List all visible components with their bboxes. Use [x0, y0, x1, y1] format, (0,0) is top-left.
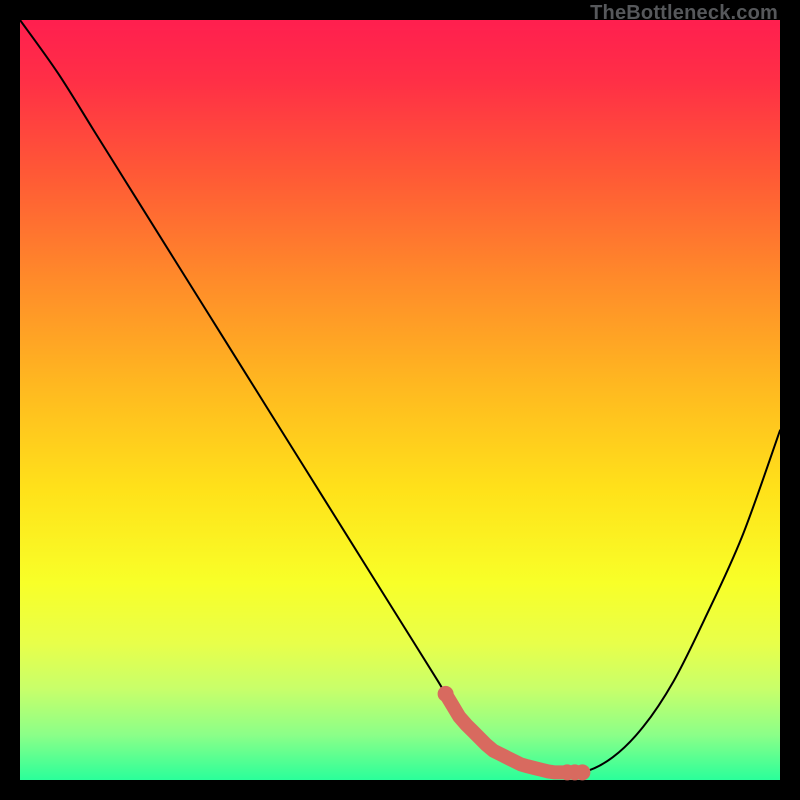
watermark-text: TheBottleneck.com — [590, 2, 778, 25]
optimal-range-highlight — [446, 694, 583, 773]
highlight-dot — [574, 764, 590, 780]
bottleneck-curve — [20, 20, 780, 774]
highlight-dot — [438, 686, 454, 702]
chart-svg — [20, 20, 780, 780]
chart-plot-area — [20, 20, 780, 780]
